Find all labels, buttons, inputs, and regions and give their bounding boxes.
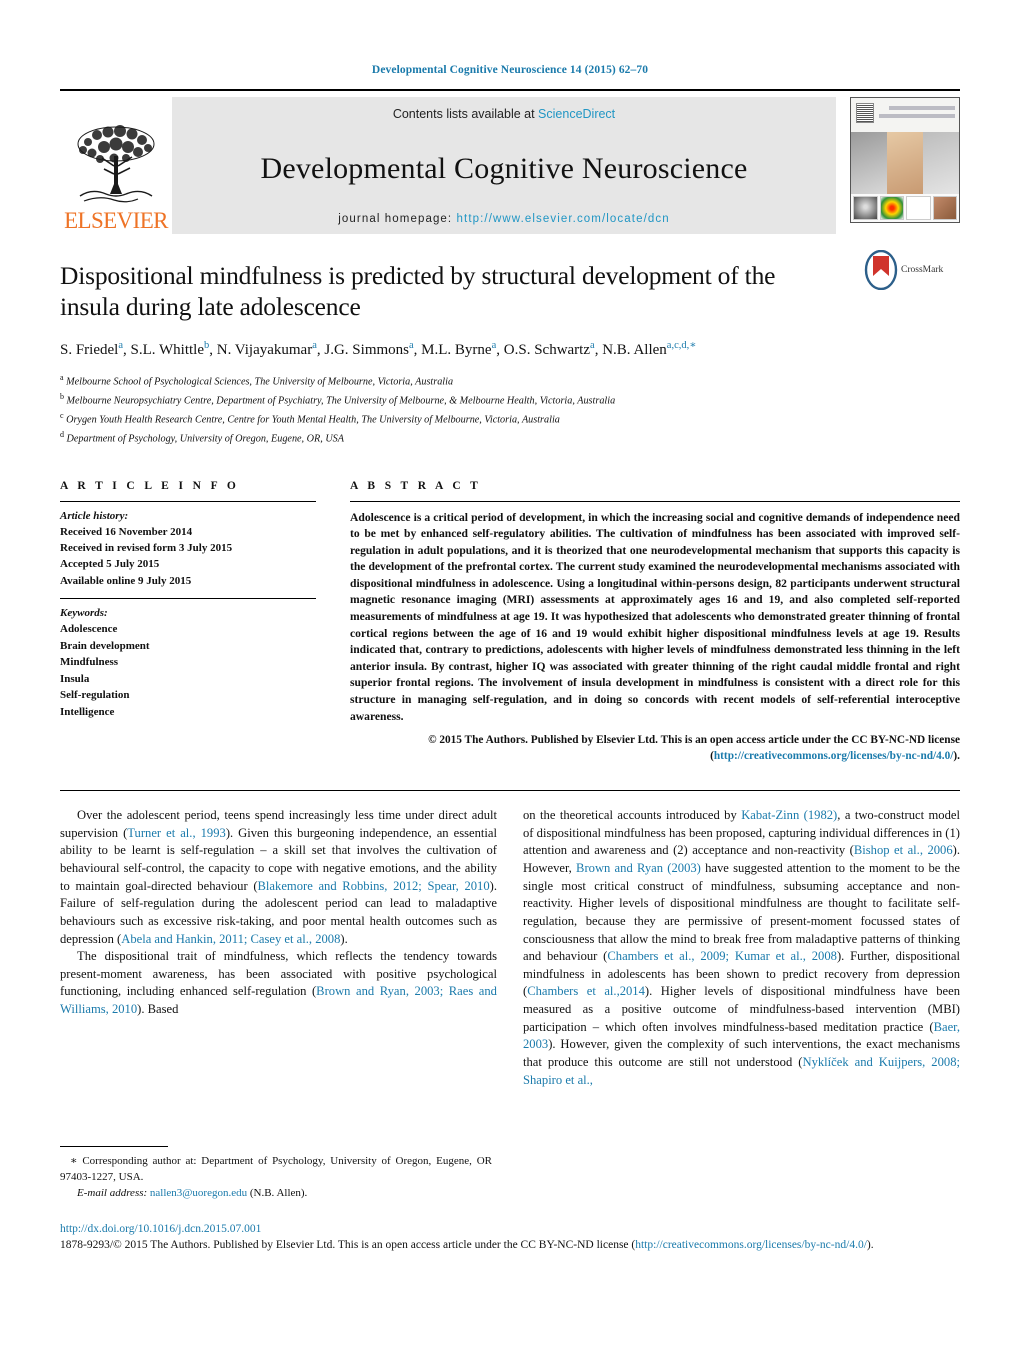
cover-title-line-2: [879, 114, 955, 118]
title-block: CrossMark Dispositional mindfulness is p…: [60, 234, 960, 448]
issn-license-link[interactable]: http://creativecommons.org/licenses/by-n…: [635, 1239, 867, 1251]
article-history-lines: Received 16 November 2014 Received in rev…: [60, 524, 316, 589]
article-info-column: A R T I C L E I N F O Article history: R…: [60, 480, 316, 765]
crossmark-label: CrossMark: [901, 265, 944, 275]
copyright-suffix: ).: [953, 750, 960, 763]
issn-suffix: ).: [866, 1238, 874, 1251]
body-columns: Over the adolescent period, teens spend …: [60, 791, 960, 1089]
affiliation-item: a Melbourne School of Psychological Scie…: [60, 372, 454, 388]
cover-face-right: [923, 132, 959, 194]
homepage-url[interactable]: http://www.elsevier.com/locate/dcn: [457, 213, 670, 225]
affiliation-item: b Melbourne Neuropsychiatry Centre, Depa…: [60, 391, 616, 407]
affiliation-marker: c: [60, 410, 64, 420]
issn-prefix: 1878-9293/© 2015 The Authors. Published …: [60, 1238, 636, 1251]
keyword-item: Brain development: [60, 639, 150, 652]
cover-photo-faces: [851, 132, 959, 194]
page-title: Dispositional mindfulness is predicted b…: [60, 261, 776, 322]
citation-link[interactable]: Brown and Ryan (2003): [576, 861, 701, 875]
cover-face-left: [851, 132, 887, 194]
license-link[interactable]: http://creativecommons.org/licenses/by-n…: [714, 750, 954, 762]
page-footer: http://dx.doi.org/10.1016/j.dcn.2015.07.…: [60, 1222, 960, 1253]
journal-masthead: ELSEVIER Contents lists available at Sci…: [60, 89, 960, 234]
footnote-email-attrib: (N.B. Allen).: [249, 1187, 308, 1200]
sciencedirect-link[interactable]: ScienceDirect: [538, 107, 615, 121]
keywords-lines: Adolescence Brain development Mindfulness I…: [60, 621, 316, 720]
citation-link[interactable]: Chambers et al.,2014: [527, 984, 645, 998]
affiliation-item: d Department of Psychology, University o…: [60, 429, 345, 445]
keywords-label: Keywords:: [60, 606, 108, 619]
paper-page: Developmental Cognitive Neuroscience 14 …: [0, 0, 1020, 1351]
journal-homepage-line: journal homepage: http://www.elsevier.co…: [338, 213, 669, 225]
footnote-email-link[interactable]: nallen3@uoregon.edu: [150, 1187, 247, 1199]
affiliation-marker: a: [60, 372, 64, 382]
cover-brain-heatmap-icon: [879, 196, 904, 220]
contents-prefix: Contents lists available at: [392, 107, 539, 121]
crossmark-badge[interactable]: CrossMark: [864, 250, 960, 290]
corresponding-author-footnote: ∗ Corresponding author at: Department of…: [60, 1146, 492, 1202]
elsevier-logo: ELSEVIER: [60, 97, 172, 234]
footnote-corresponding-author: ∗ Corresponding author at: Department of…: [60, 1155, 492, 1183]
citation-link[interactable]: Bishop et al., 2006: [854, 843, 953, 857]
author-list: S. Friedela, S.L. Whittleb, N. Vijayakum…: [60, 340, 697, 359]
article-history-item: Received in revised form 3 July 2015: [60, 542, 233, 555]
crossmark-icon: [864, 250, 898, 290]
article-info-heading: A R T I C L E I N F O: [60, 479, 240, 492]
body-paragraph: on the theoretical accounts introduced b…: [523, 808, 960, 1087]
journal-title: Developmental Cognitive Neuroscience: [260, 151, 748, 185]
article-history-label: Article history:: [60, 509, 129, 522]
footnote-email-label: E-mail address:: [77, 1187, 148, 1200]
article-history-item: Accepted 5 July 2015: [60, 558, 160, 571]
citation-link[interactable]: Kabat-Zinn (1982): [741, 808, 837, 822]
body-paragraph: Over the adolescent period, teens spend …: [60, 808, 497, 946]
cover-title-line-1: [889, 106, 955, 110]
journal-band: Contents lists available at ScienceDirec…: [172, 97, 836, 234]
cover-brain-mri-icon: [853, 196, 878, 220]
cover-publisher-mark-icon: [856, 103, 874, 123]
cover-face-center: [887, 132, 923, 194]
cover-brain-network-icon: [906, 196, 931, 220]
abstract-copyright: © 2015 The Authors. Published by Elsevie…: [350, 732, 960, 764]
article-history-block: Article history: Received 16 November 20…: [60, 502, 316, 598]
journal-cover-thumbnail: [850, 97, 960, 223]
contents-line: Contents lists available at ScienceDirec…: [393, 107, 615, 121]
abstract-text: Adolescence is a critical period of deve…: [350, 510, 960, 723]
affiliation-list: a Melbourne School of Psychological Scie…: [60, 372, 960, 448]
keyword-item: Self-regulation: [60, 689, 130, 702]
issn-copyright-line: 1878-9293/© 2015 The Authors. Published …: [60, 1238, 960, 1254]
cover-header-band: [851, 98, 959, 132]
info-abstract-section: A R T I C L E I N F O Article history: R…: [60, 448, 960, 765]
footnote-email-line: E-mail address: nallen3@uoregon.edu (N.B…: [60, 1186, 492, 1202]
citation-link[interactable]: Baer, 2003: [523, 1020, 960, 1052]
abstract-column: A B S T R A C T Adolescence is a critica…: [350, 480, 960, 765]
citation-link[interactable]: Turner et al., 1993: [127, 826, 226, 840]
article-history-item: Available online 9 July 2015: [60, 574, 192, 587]
citation-link[interactable]: Chambers et al., 2009; Kumar et al., 200…: [607, 949, 837, 963]
abstract-heading: A B S T R A C T: [350, 479, 482, 492]
homepage-label: journal homepage:: [338, 213, 453, 225]
affiliation-marker: b: [60, 391, 64, 401]
cover-brain-render-icon: [932, 196, 957, 220]
running-head: Developmental Cognitive Neuroscience 14 …: [371, 64, 649, 76]
elsevier-wordmark: ELSEVIER: [64, 208, 168, 233]
keywords-block: Keywords: Adolescence Brain development Mi…: [60, 599, 316, 721]
article-history-item: Received 16 November 2014: [60, 525, 193, 538]
citation-link[interactable]: Brown and Ryan, 2003; Raes and Williams,…: [60, 984, 497, 1016]
affiliation-marker: d: [60, 429, 64, 439]
body-paragraph: The dispositional trait of mindfulness, …: [60, 949, 497, 1017]
keyword-item: Intelligence: [60, 705, 115, 718]
keyword-item: Mindfulness: [60, 656, 119, 669]
citation-link[interactable]: Abela and Hankin, 2011; Casey et al., 20…: [121, 932, 340, 946]
doi-link[interactable]: http://dx.doi.org/10.1016/j.dcn.2015.07.…: [60, 1222, 960, 1237]
body-column-right: on the theoretical accounts introduced b…: [523, 807, 960, 1089]
cover-brain-strip: [851, 194, 959, 222]
elsevier-tree-icon: [77, 125, 155, 203]
keyword-item: Insula: [60, 672, 90, 685]
citation-link[interactable]: Nyklíček and Kuijpers, 2008; Shapiro et …: [523, 1055, 960, 1087]
citation-link[interactable]: Blakemore and Robbins, 2012; Spear, 2010: [258, 879, 490, 893]
footnote-rule: [60, 1146, 168, 1147]
keyword-item: Adolescence: [60, 623, 118, 636]
affiliation-item: c Orygen Youth Health Research Centre, C…: [60, 410, 560, 426]
body-column-left: Over the adolescent period, teens spend …: [60, 807, 497, 1089]
